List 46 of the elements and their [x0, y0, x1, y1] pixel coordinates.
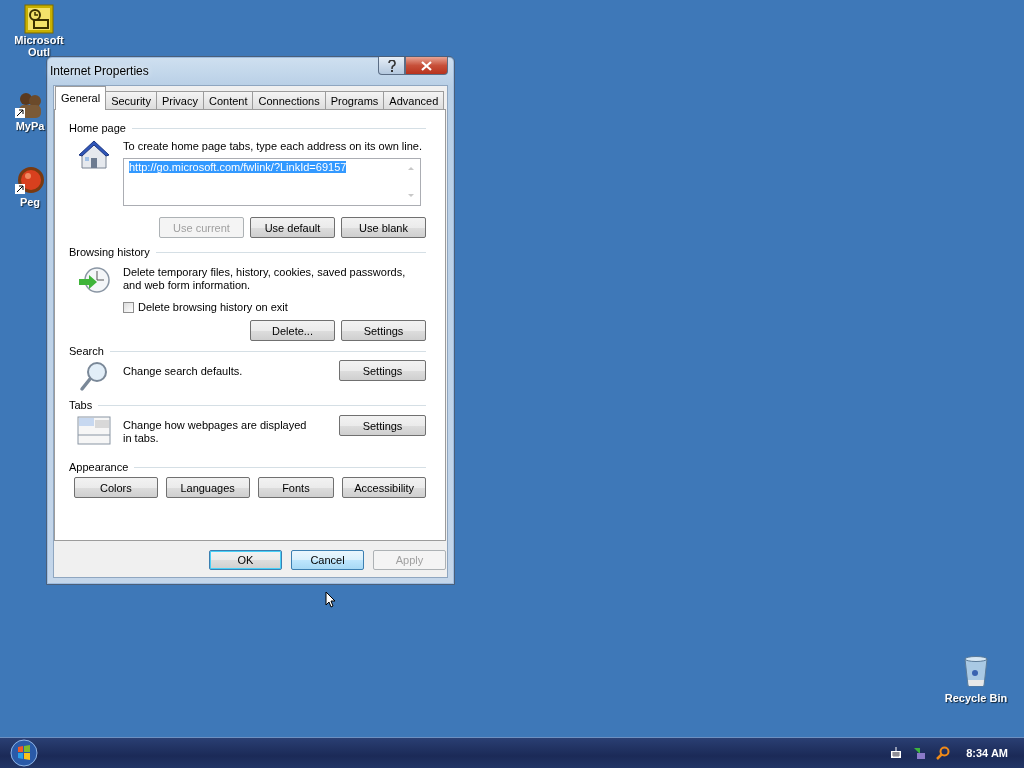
dialog-button[interactable]: Cancel — [291, 550, 364, 570]
close-button[interactable] — [405, 57, 448, 75]
ball-icon — [15, 166, 45, 196]
clock-text[interactable]: 8:34 AM — [966, 747, 1008, 759]
dialog-button[interactable]: Use default — [250, 217, 335, 238]
trash-can-icon[interactable] — [963, 656, 989, 688]
house-icon — [77, 140, 111, 170]
group-label: Tabs — [69, 399, 93, 411]
dialog-button[interactable]: OK — [209, 550, 282, 570]
instruction-text: To create home page tabs, type each address on its own line. — [123, 140, 423, 152]
start-orb-icon[interactable] — [10, 739, 38, 767]
cursor-icon — [325, 591, 336, 608]
window-title: Internet Properties — [50, 64, 149, 78]
desktop-icon-label[interactable]: Microsoft Outl — [14, 34, 64, 58]
help-button[interactable] — [378, 57, 405, 75]
dialog-button[interactable]: Settings — [339, 415, 426, 436]
close-icon — [421, 60, 432, 71]
keyboard-icon[interactable] — [890, 747, 903, 759]
tabs-window-icon — [77, 415, 111, 445]
description-text: Change how webpages are displayed in tabs. — [123, 419, 308, 445]
help-icon — [387, 59, 396, 72]
description-text: Change search defaults. — [123, 365, 244, 377]
desktop-icon-label[interactable]: Recycle Bin — [944, 692, 1008, 704]
field-text: http://go.microsoft.com/fwlink/?LinkId=69157 — [129, 161, 347, 173]
checkbox[interactable] — [123, 301, 134, 313]
dialog-button[interactable]: Colors — [74, 477, 158, 498]
desktop-icon-label[interactable]: MyPa — [15, 120, 45, 132]
clock-arrow-icon — [77, 266, 111, 296]
dialog-button[interactable]: Settings — [339, 360, 426, 381]
group-label: Appearance — [69, 461, 129, 473]
dialog-button[interactable]: Accessibility — [342, 477, 426, 498]
dialog-button[interactable]: Settings — [341, 320, 426, 341]
group-label: Search — [69, 345, 104, 357]
clock-envelope-icon — [24, 4, 54, 34]
dialog-button[interactable]: Fonts — [257, 477, 335, 498]
description-text: Delete temporary files, history, cookies, saved passwords, and web form information. — [123, 266, 407, 292]
desktop-icon-label[interactable]: Peg — [19, 196, 41, 208]
group-label: Browsing history — [69, 246, 150, 258]
dialog-button[interactable]: Languages — [165, 477, 250, 498]
tab[interactable]: General — [55, 86, 107, 110]
network-icon[interactable] — [912, 746, 927, 760]
magnifier-icon[interactable] — [936, 746, 951, 760]
dialog-button[interactable]: Use blank — [341, 217, 426, 238]
checkbox-label[interactable]: Delete browsing history on exit — [138, 301, 288, 313]
group-label: Home page — [69, 122, 126, 134]
dialog-button[interactable]: Delete... — [250, 320, 335, 341]
